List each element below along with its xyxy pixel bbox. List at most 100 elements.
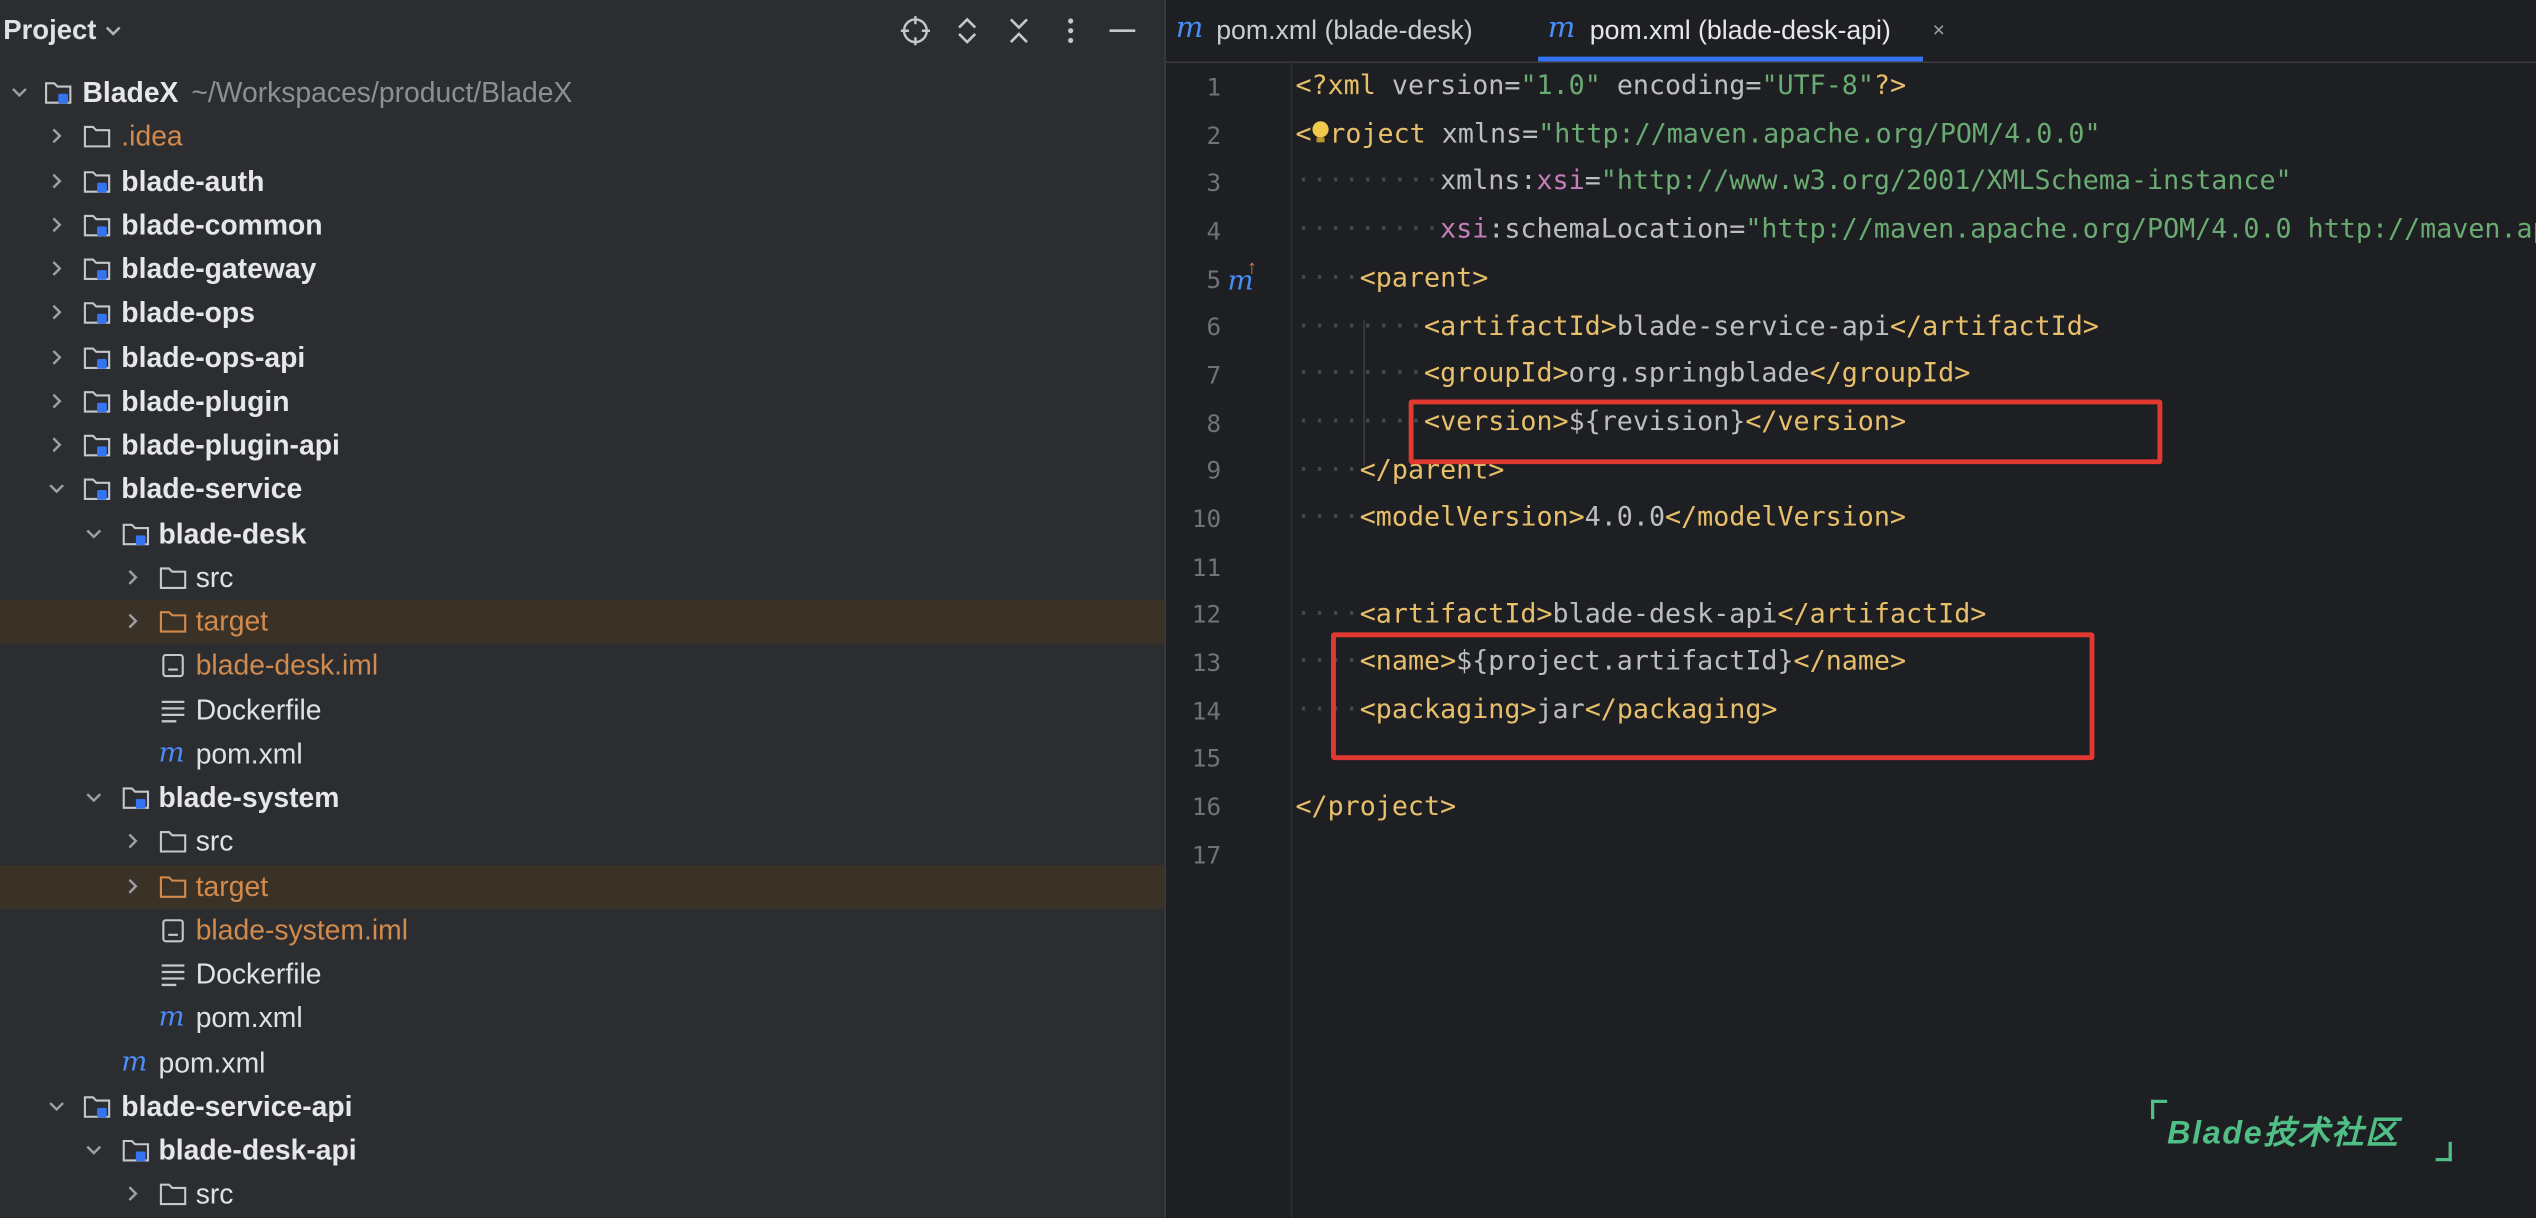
- tree-item-label: pom.xml: [195, 1001, 303, 1034]
- tree-item-src[interactable]: src: [0, 556, 1164, 600]
- chevron-down-icon[interactable]: [10, 82, 29, 101]
- tree-item-label: blade-desk: [158, 516, 307, 550]
- line-number: 13: [1191, 648, 1222, 678]
- text-file-icon: [158, 961, 187, 988]
- chevron-right-icon[interactable]: [47, 127, 66, 146]
- chevron-right-icon[interactable]: [123, 567, 142, 586]
- chevron-down-icon[interactable]: [84, 523, 103, 542]
- tree-item-idea[interactable]: .idea: [0, 115, 1164, 159]
- editor-tab-bar: m pom.xml (blade-desk) m pom.xml (blade-…: [1166, 0, 2536, 64]
- highlight-box-name-packaging: [1331, 632, 2095, 761]
- tree-item-blade-plugin-api[interactable]: blade-plugin-api: [0, 424, 1164, 468]
- tree-item-blade-system-iml[interactable]: blade-system.iml: [0, 909, 1164, 953]
- folder-icon: [158, 828, 187, 855]
- text-file-icon: [158, 696, 187, 723]
- tree-item-label: target: [195, 604, 269, 638]
- chevron-down-icon[interactable]: [84, 1140, 103, 1159]
- line-number: 10: [1191, 504, 1222, 534]
- tree-item-blade-auth[interactable]: blade-auth: [0, 159, 1164, 203]
- tree-item-target[interactable]: target: [0, 600, 1165, 645]
- tree-item-label: Dockerfile: [195, 693, 322, 726]
- line-number: 8: [1206, 409, 1222, 439]
- chevron-right-icon[interactable]: [123, 1184, 142, 1203]
- intention-bulb-icon[interactable]: [1312, 109, 1330, 157]
- tree-item-blade-desk-iml[interactable]: blade-desk.iml: [0, 644, 1164, 688]
- tree-item-label: blade-desk-api: [158, 1133, 357, 1167]
- editor: m pom.xml (blade-desk) m pom.xml (blade-…: [1166, 0, 2536, 1218]
- tree-item-blade-service[interactable]: blade-service: [0, 468, 1164, 512]
- tree-item-target[interactable]: target: [0, 864, 1165, 909]
- tree-item-pom-xml[interactable]: m pom.xml: [0, 997, 1164, 1041]
- chevron-right-icon[interactable]: [47, 171, 66, 190]
- tree-item-blade-plugin[interactable]: blade-plugin: [0, 380, 1164, 424]
- tree-item-pom-xml[interactable]: m pom.xml: [0, 1041, 1164, 1085]
- maven-icon: m: [1175, 11, 1204, 46]
- tree-item-label: blade-system: [158, 781, 340, 814]
- chevron-right-icon[interactable]: [47, 215, 66, 234]
- chevron-right-icon[interactable]: [123, 611, 142, 630]
- more-options-icon[interactable]: [1054, 15, 1086, 47]
- module-folder-icon: [82, 211, 111, 238]
- tree-item-blade-desk-api[interactable]: blade-desk-api: [0, 1129, 1164, 1173]
- tree-item-label: blade-plugin-api: [121, 428, 340, 461]
- minimize-icon[interactable]: [1106, 15, 1138, 47]
- tree-item-blade-service-api[interactable]: blade-service-api: [0, 1085, 1164, 1129]
- chevron-right-icon[interactable]: [47, 391, 66, 410]
- tab-label: pom.xml (blade-desk): [1216, 16, 1473, 46]
- tree-item-blade-system[interactable]: blade-system: [0, 776, 1164, 820]
- tree-item-blade-desk[interactable]: blade-desk: [0, 512, 1164, 556]
- module-folder-icon: [82, 344, 111, 371]
- chevron-right-icon[interactable]: [47, 435, 66, 454]
- line-number: 3: [1206, 168, 1222, 198]
- tree-item-blade-ops-api[interactable]: blade-ops-api: [0, 336, 1164, 380]
- tree-item-label: pom.xml: [195, 737, 303, 770]
- tree-item-dockerfile[interactable]: Dockerfile: [0, 953, 1164, 997]
- maven-icon: m: [1547, 11, 1576, 46]
- tree-item-label: blade-gateway: [121, 252, 317, 285]
- tree-item-src[interactable]: src: [0, 820, 1164, 864]
- chevron-down-icon[interactable]: [104, 19, 123, 38]
- chevron-down-icon[interactable]: [84, 788, 103, 807]
- tree-item-label: BladeX: [82, 76, 179, 109]
- tab-pom-blade-desk-api[interactable]: m pom.xml (blade-desk-api) ×: [1545, 0, 1945, 61]
- tree-item-label: blade-ops-api: [121, 340, 306, 373]
- module-folder-icon: [121, 520, 150, 547]
- chevron-right-icon[interactable]: [123, 876, 142, 895]
- folder-icon: [82, 123, 111, 150]
- watermark-bracket: [2151, 1099, 2168, 1120]
- expand-all-icon[interactable]: [951, 15, 983, 47]
- module-folder-icon: [121, 784, 150, 811]
- tree-item-dockerfile[interactable]: Dockerfile: [0, 688, 1164, 732]
- maven-icon: m: [121, 1045, 148, 1078]
- tree-item-bladex[interactable]: BladeX ~/Workspaces/product/BladeX: [0, 71, 1164, 115]
- tree-item-pom-xml[interactable]: m pom.xml: [0, 732, 1164, 776]
- tree-item-src[interactable]: src: [0, 1173, 1164, 1217]
- code-line-12: ····<artifactId>blade-desk-api</artifact…: [1295, 597, 1987, 629]
- collapse-all-icon[interactable]: [1003, 15, 1035, 47]
- tree-item-label: src: [195, 825, 234, 858]
- line-number: 9: [1206, 456, 1222, 486]
- line-number: 7: [1206, 360, 1222, 390]
- tree-item-blade-common[interactable]: blade-common: [0, 203, 1164, 247]
- chevron-down-icon[interactable]: [47, 479, 66, 498]
- project-panel-title[interactable]: Project: [3, 15, 96, 47]
- chevron-right-icon[interactable]: [47, 347, 66, 366]
- project-tree: BladeX ~/Workspaces/product/BladeX .idea …: [0, 71, 1165, 1217]
- chevron-down-icon[interactable]: [47, 1096, 66, 1115]
- line-number: 1: [1206, 72, 1222, 102]
- chevron-right-icon[interactable]: [123, 832, 142, 851]
- chevron-right-icon[interactable]: [47, 259, 66, 278]
- line-number: 11: [1191, 553, 1222, 583]
- gutter-divider: [1290, 61, 1293, 1218]
- line-number: 15: [1191, 743, 1222, 774]
- tree-item-blade-ops[interactable]: blade-ops: [0, 292, 1164, 336]
- crosshair-icon[interactable]: [899, 15, 931, 47]
- folder-icon: [158, 1181, 187, 1208]
- watermark: Blade技术社区: [2151, 1099, 2458, 1165]
- tab-pom-blade-desk[interactable]: m pom.xml (blade-desk): [1176, 0, 1525, 61]
- tree-item-blade-gateway[interactable]: blade-gateway: [0, 247, 1164, 291]
- chevron-right-icon[interactable]: [47, 303, 66, 322]
- close-icon[interactable]: ×: [1933, 18, 1945, 42]
- maven-parent-gutter-marker[interactable]: m ↑: [1166, 256, 1292, 298]
- module-folder-icon: [44, 79, 73, 106]
